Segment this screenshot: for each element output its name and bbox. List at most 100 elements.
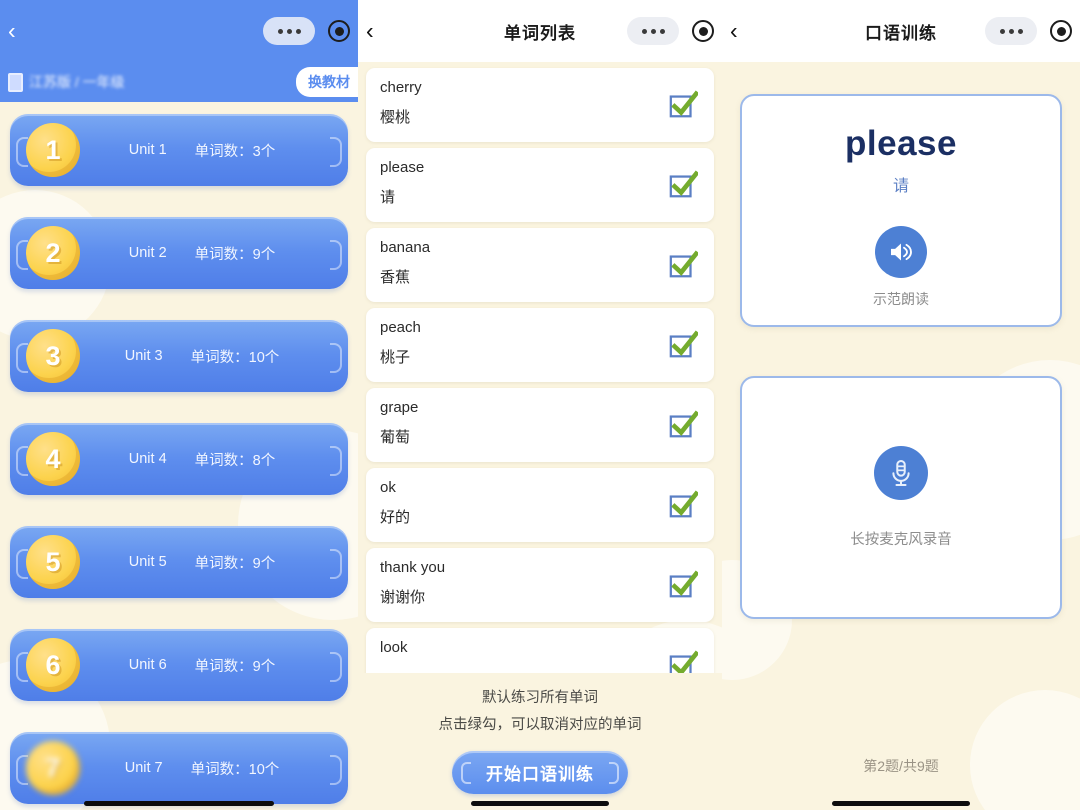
speaking-training-panel: ‹ 口语训练 please 请 示范朗读 长按麦克风录音 第2题/共9题 — [722, 0, 1080, 810]
wechat-capsule — [627, 17, 714, 45]
checkmark-icon[interactable] — [668, 90, 698, 120]
word-card[interactable]: banana 香蕉 — [366, 228, 714, 302]
unit-title: Unit 5 — [128, 554, 167, 570]
unit-title: Unit 6 — [128, 657, 167, 673]
checkmark-icon[interactable] — [668, 570, 698, 600]
home-indicator — [84, 801, 274, 806]
unit-card[interactable]: 1 Unit 1 单词数：3个 — [10, 114, 348, 186]
unit-title: Unit 1 — [128, 142, 167, 158]
word-chinese: 桃子 — [380, 349, 411, 366]
unit-number-badge: 2 — [26, 226, 80, 280]
question-progress: 第2题/共9题 — [863, 758, 939, 774]
page-title: 单词列表 — [504, 23, 576, 43]
page-title — [168, 21, 191, 41]
unit-word-count: 单词数：8个 — [194, 452, 276, 469]
word-chinese: 谢谢你 — [380, 589, 426, 606]
book-icon — [8, 72, 23, 92]
current-word-chinese: 请 — [892, 178, 909, 195]
unit-title: Unit 3 — [124, 348, 163, 364]
back-icon[interactable]: ‹ — [730, 19, 738, 43]
checkmark-icon[interactable] — [668, 490, 698, 520]
word-card[interactable]: cherry 樱桃 — [366, 68, 714, 142]
unit-number-badge: 1 — [26, 123, 80, 177]
word-chinese: 请 — [380, 189, 396, 206]
unit-word-count: 单词数：9个 — [194, 246, 276, 263]
unit-number-badge: 5 — [26, 535, 80, 589]
word-english: thank you — [380, 559, 446, 576]
change-textbook-button[interactable]: 换教材 — [296, 67, 358, 97]
home-indicator — [832, 801, 970, 806]
back-icon[interactable]: ‹ — [8, 19, 16, 43]
target-circle-icon[interactable] — [328, 20, 350, 42]
microphone-icon[interactable] — [874, 446, 928, 500]
checkmark-icon[interactable] — [668, 250, 698, 280]
wechat-capsule — [263, 17, 350, 45]
unit-title: Unit 7 — [124, 760, 163, 776]
more-dots-icon[interactable] — [263, 17, 315, 45]
unit-number-badge: 6 — [26, 638, 80, 692]
start-speaking-training-button[interactable]: 开始口语训练 — [452, 751, 628, 794]
textbook-name: 江苏版 / 一年级 — [29, 74, 125, 90]
word-chinese: 好的 — [380, 509, 411, 526]
word-english: cherry — [380, 79, 422, 96]
word-chinese: 樱桃 — [380, 109, 411, 126]
word-card[interactable]: peach 桃子 — [366, 308, 714, 382]
unit-word-count: 单词数：9个 — [194, 555, 276, 572]
word-english: grape — [380, 399, 419, 416]
hint-line-1: 默认练习所有单词 — [482, 690, 598, 706]
more-dots-icon[interactable] — [985, 17, 1037, 45]
unit-card[interactable]: 3 Unit 3 单词数：10个 — [10, 320, 348, 392]
checkmark-icon[interactable] — [668, 170, 698, 200]
current-word-english: please — [845, 124, 957, 163]
unit-title: Unit 4 — [128, 451, 167, 467]
unit-card[interactable]: 5 Unit 5 单词数：9个 — [10, 526, 348, 598]
record-hint-label: 长按麦克风录音 — [850, 532, 952, 548]
word-chinese: 葡萄 — [380, 429, 411, 446]
speaker-label: 示范朗读 — [873, 291, 929, 307]
word-english: please — [380, 159, 425, 176]
word-english: banana — [380, 239, 431, 256]
unit-word-count: 单词数：10个 — [190, 349, 280, 366]
unit-card[interactable]: 6 Unit 6 单词数：9个 — [10, 629, 348, 701]
textbook-bar: 江苏版 / 一年级 换教材 — [0, 62, 358, 102]
middle-navbar: ‹ 单词列表 — [358, 0, 722, 62]
word-card[interactable]: please 请 — [366, 148, 714, 222]
word-card[interactable]: look — [366, 628, 714, 678]
unit-number-badge: 4 — [26, 432, 80, 486]
unit-number-badge: 7 — [26, 741, 80, 795]
back-icon[interactable]: ‹ — [366, 19, 374, 43]
textbook-units-panel: ‹ 江苏版 / 一年级 换教材 1 Unit 1 单词数：3个 2 Unit 2 单词数：… — [0, 0, 358, 810]
word-english: peach — [380, 319, 421, 336]
word-card[interactable]: grape 葡萄 — [366, 388, 714, 462]
page-title: 口语训练 — [865, 23, 937, 43]
target-circle-icon[interactable] — [692, 20, 714, 42]
home-indicator — [471, 801, 609, 806]
unit-title: Unit 2 — [128, 245, 167, 261]
checkmark-icon[interactable] — [668, 330, 698, 360]
more-dots-icon[interactable] — [627, 17, 679, 45]
unit-word-count: 单词数：3个 — [194, 143, 276, 160]
right-navbar: ‹ 口语训练 — [722, 0, 1080, 62]
unit-number-badge: 3 — [26, 329, 80, 383]
word-card[interactable]: ok 好的 — [366, 468, 714, 542]
word-list-footer: 默认练习所有单词 点击绿勾，可以取消对应的单词 开始口语训练 — [358, 673, 722, 810]
unit-card[interactable]: 2 Unit 2 单词数：9个 — [10, 217, 348, 289]
word-card[interactable]: thank you 谢谢你 — [366, 548, 714, 622]
left-navbar: ‹ — [0, 0, 358, 62]
hint-line-2: 点击绿勾，可以取消对应的单词 — [438, 717, 642, 733]
speaker-icon[interactable] — [875, 226, 927, 278]
word-chinese: 香蕉 — [380, 269, 411, 286]
unit-word-count: 单词数：10个 — [190, 761, 280, 778]
target-circle-icon[interactable] — [1050, 20, 1072, 42]
unit-card[interactable]: 7 Unit 7 单词数：10个 — [10, 732, 348, 804]
unit-word-count: 单词数：9个 — [194, 658, 276, 675]
wechat-capsule — [985, 17, 1072, 45]
word-english: ok — [380, 479, 396, 496]
word-list-panel: ‹ 单词列表 cherry 樱桃 please 请 banana 香蕉 peach 桃子 gra… — [358, 0, 722, 810]
word-card-list[interactable]: cherry 樱桃 please 请 banana 香蕉 peach 桃子 grape 葡萄 ok 好… — [358, 62, 722, 678]
unit-card[interactable]: 4 Unit 4 单词数：8个 — [10, 423, 348, 495]
record-card[interactable]: 长按麦克风录音 — [740, 376, 1062, 619]
unit-list: 1 Unit 1 单词数：3个 2 Unit 2 单词数：9个 3 Unit 3 单词数：10个… — [0, 102, 358, 804]
checkmark-icon[interactable] — [668, 410, 698, 440]
current-word-card: please 请 示范朗读 — [740, 94, 1062, 327]
